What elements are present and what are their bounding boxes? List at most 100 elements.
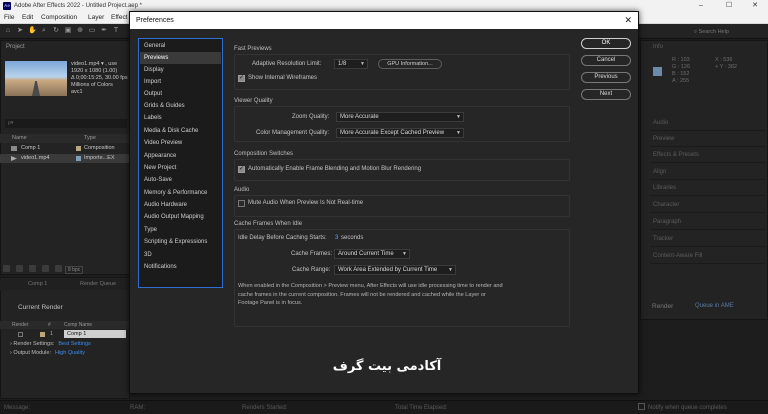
menu-composition[interactable]: Composition <box>41 12 77 24</box>
cache-frames-label: Cache Frames: <box>291 251 333 257</box>
nav-grids-guides[interactable]: Grids & Guides <box>140 100 221 112</box>
comp-name-column: Comp Name <box>64 322 93 328</box>
nav-general[interactable]: General <box>140 40 221 52</box>
selection-tool-icon[interactable]: ➤ <box>16 27 24 35</box>
nav-video-preview[interactable]: Video Preview <box>140 137 221 149</box>
panel-libraries[interactable]: Libraries <box>650 180 765 196</box>
cache-range-dropdown[interactable]: Work Area Extended by Current Time ▼ <box>334 265 456 275</box>
render-settings-link[interactable]: Best Settings <box>58 341 90 347</box>
label-swatch[interactable] <box>76 156 81 161</box>
nav-auto-save[interactable]: Auto-Save <box>140 174 221 186</box>
render-button[interactable]: Render <box>652 303 673 310</box>
info-tab[interactable]: Info <box>653 44 663 50</box>
chevron-down-icon: ▼ <box>456 130 461 136</box>
panel-content-aware-fill[interactable]: Content-Aware Fill <box>650 248 765 264</box>
menu-file[interactable]: File <box>4 12 14 24</box>
nav-media-disk-cache[interactable]: Media & Disk Cache <box>140 125 221 137</box>
camera-tool-icon[interactable]: ▣ <box>64 27 72 35</box>
delete-icon[interactable] <box>55 265 62 272</box>
render-checkbox[interactable] <box>18 332 23 337</box>
mask-tool-icon[interactable]: ▭ <box>88 27 96 35</box>
nav-memory-performance[interactable]: Memory & Performance <box>140 187 221 199</box>
pen-tool-icon[interactable]: ✒ <box>100 27 108 35</box>
type-tool-icon[interactable]: T <box>112 27 120 35</box>
minimize-icon[interactable]: – <box>688 0 714 12</box>
tab-comp-1[interactable]: Comp 1 <box>28 279 47 290</box>
nav-scripting-expressions[interactable]: Scripting & Expressions <box>140 236 221 248</box>
adaptive-resolution-value: 1/8 <box>338 61 347 67</box>
project-column-header: Name Type <box>0 134 130 143</box>
panel-paragraph[interactable]: Paragraph <box>650 214 765 230</box>
new-composition-icon[interactable] <box>29 265 36 272</box>
composition-icon <box>11 146 17 151</box>
nav-type[interactable]: Type <box>140 224 221 236</box>
panel-character[interactable]: Character <box>650 197 765 213</box>
cancel-button[interactable]: Cancel <box>581 55 631 66</box>
maximize-icon[interactable]: ☐ <box>716 0 742 12</box>
menu-effect[interactable]: Effect <box>111 12 128 24</box>
nav-3d[interactable]: 3D <box>140 249 221 261</box>
cache-frames-dropdown[interactable]: Around Current Time ▼ <box>334 249 410 259</box>
new-folder-icon[interactable] <box>16 265 23 272</box>
panel-tracker[interactable]: Tracker <box>650 231 765 247</box>
type-column-header[interactable]: Type <box>84 134 96 143</box>
search-help-label: Search Help <box>698 29 729 35</box>
ok-button[interactable]: OK <box>581 38 631 49</box>
label-swatch[interactable] <box>76 146 81 151</box>
nav-output[interactable]: Output <box>140 88 221 100</box>
notify-checkbox[interactable] <box>638 403 645 410</box>
project-settings-icon[interactable] <box>42 265 49 272</box>
project-item-type: Composition <box>84 145 115 151</box>
description-line: Footage Panel is in focus. <box>238 300 303 306</box>
tab-render-queue[interactable]: Render Queue <box>80 279 116 290</box>
project-search-input[interactable]: ρ▾ <box>5 119 127 128</box>
panel-align[interactable]: Align <box>650 164 765 180</box>
hand-tool-icon[interactable]: ✋ <box>28 27 37 35</box>
menu-layer[interactable]: Layer <box>88 12 104 24</box>
mute-audio-checkbox[interactable] <box>238 200 245 207</box>
zoom-quality-dropdown[interactable]: More Accurate ▼ <box>336 112 464 122</box>
nav-audio-hardware[interactable]: Audio Hardware <box>140 199 221 211</box>
project-item-comp[interactable]: Comp 1 Composition <box>0 144 130 153</box>
home-icon[interactable]: ⌂ <box>4 27 12 35</box>
nav-import[interactable]: Import <box>140 76 221 88</box>
adaptive-resolution-dropdown[interactable]: 1/8 ▼ <box>334 59 368 69</box>
nav-new-project[interactable]: New Project <box>140 162 221 174</box>
rotate-tool-icon[interactable]: ↻ <box>52 27 60 35</box>
close-icon[interactable]: ✕ <box>624 12 632 29</box>
render-queue-tabs: Comp 1 Render Queue <box>0 279 130 290</box>
panel-audio[interactable]: Audio <box>650 115 765 131</box>
bit-depth-button[interactable]: 8 bpc <box>65 266 84 274</box>
project-item-footage[interactable]: video1.mp4 Importe...EX <box>0 154 130 163</box>
nav-audio-output-mapping[interactable]: Audio Output Mapping <box>140 211 221 223</box>
app-close-icon[interactable]: ✕ <box>742 0 768 12</box>
previous-button[interactable]: Previous <box>581 72 631 83</box>
idle-delay-value[interactable]: 3 <box>335 235 338 241</box>
footage-name: video1.mp4 ▾ , use <box>71 61 118 67</box>
output-module-row: › Output Module: High Quality <box>10 350 85 356</box>
show-wireframes-checkbox[interactable]: ✓ <box>238 75 245 82</box>
panel-preview[interactable]: Preview <box>650 131 765 147</box>
frame-blending-checkbox[interactable]: ✓ <box>238 166 245 173</box>
queue-in-ame-button[interactable]: Queue in AME <box>695 303 734 309</box>
next-button[interactable]: Next <box>581 89 631 100</box>
nav-appearance[interactable]: Appearance <box>140 150 221 162</box>
pan-behind-tool-icon[interactable]: ⊕ <box>76 27 84 35</box>
nav-labels[interactable]: Labels <box>140 112 221 124</box>
render-queue-row[interactable]: 1 Comp 1 <box>0 330 130 339</box>
search-help-field[interactable]: ⌕ Search Help <box>694 27 754 37</box>
name-column-header[interactable]: Name <box>12 134 27 143</box>
nav-notifications[interactable]: Notifications <box>140 261 221 273</box>
gpu-information-button[interactable]: GPU Information... <box>378 59 442 69</box>
project-tab[interactable]: Project <box>6 44 25 50</box>
label-swatch[interactable] <box>40 332 45 337</box>
zoom-tool-icon[interactable]: ⌕ <box>40 27 48 35</box>
panel-effects-presets[interactable]: Effects & Presets <box>650 147 765 163</box>
nav-previews[interactable]: Previews <box>140 52 221 64</box>
interpret-footage-icon[interactable] <box>3 265 10 272</box>
color-management-dropdown[interactable]: More Accurate Except Cached Preview ▼ <box>336 128 464 138</box>
nav-display[interactable]: Display <box>140 64 221 76</box>
output-module-link[interactable]: High Quality <box>55 350 85 356</box>
menu-edit[interactable]: Edit <box>22 12 33 24</box>
viewer-quality-title: Viewer Quality <box>234 98 273 104</box>
